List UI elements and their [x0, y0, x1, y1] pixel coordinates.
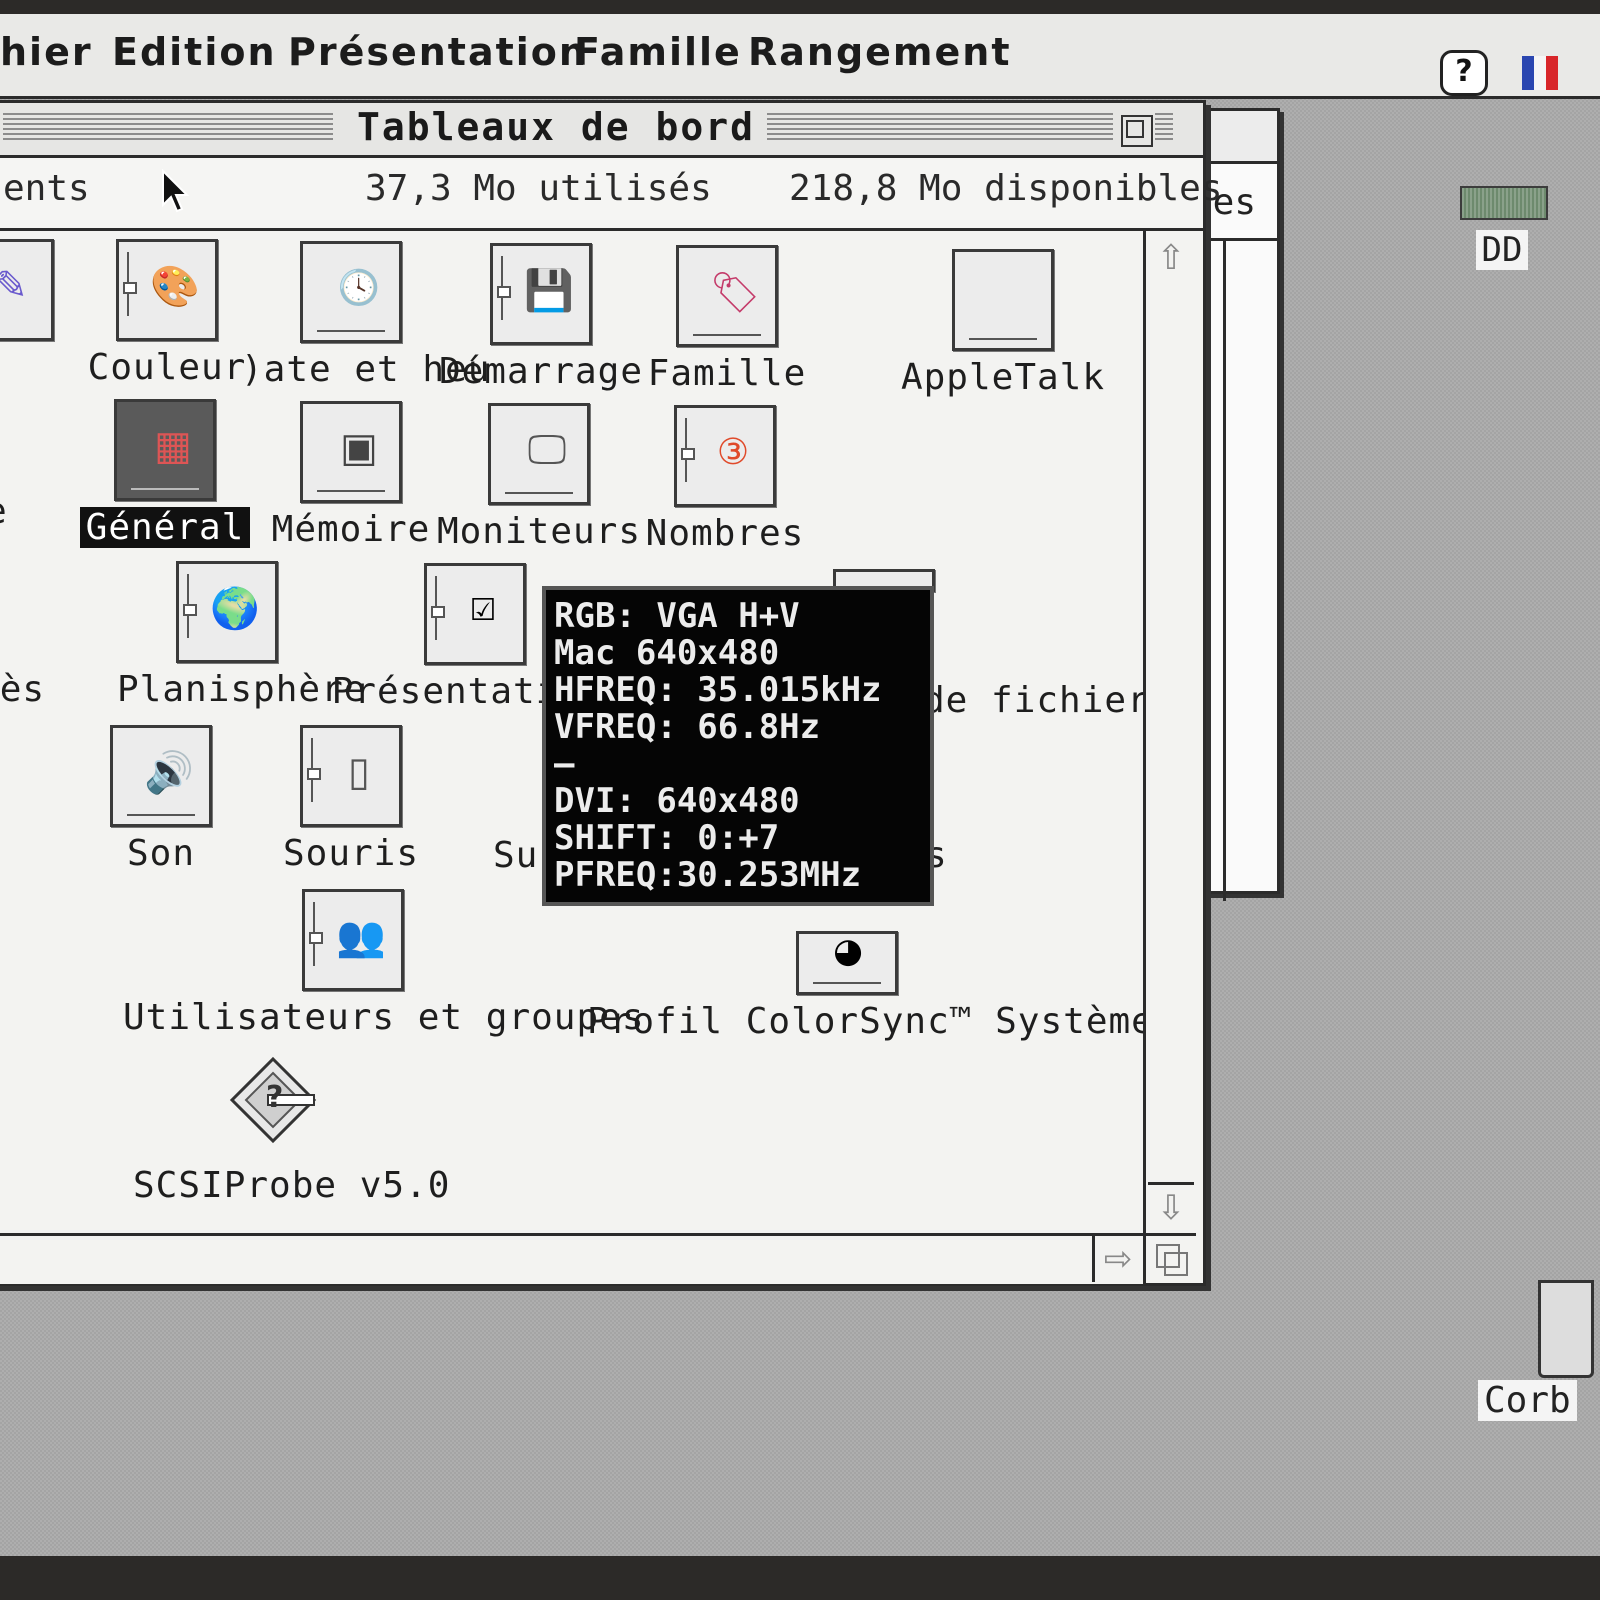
control-panel-appletalk[interactable]: AppleTalk	[893, 249, 1113, 398]
tag-icon: 🏷	[676, 245, 778, 347]
control-panel-label: Planisphère	[117, 669, 367, 710]
control-panel-son[interactable]: 🔊 Son	[51, 725, 271, 874]
osd-line-shift: SHIFT: 0:+7	[554, 818, 780, 858]
control-panel-planisphere[interactable]: 🌍 Planisphère	[117, 561, 365, 710]
control-panel-label: Nombres	[645, 513, 805, 554]
general-controls-icon: ▦	[114, 399, 216, 501]
control-panel-label: Utilisateurs et groupes	[123, 997, 645, 1038]
control-panel-label: Famille	[647, 353, 807, 394]
control-panel-label: Démarrage	[438, 351, 644, 392]
osd-line-dvi: DVI: 640x480	[554, 781, 800, 821]
color-palette-icon: 🎨	[116, 239, 218, 341]
numbers-icon: ③	[674, 405, 776, 507]
control-panel-partage-fichiers[interactable]: de fichiers	[833, 569, 1143, 721]
control-panel-nombres[interactable]: ③ Nombres	[615, 405, 835, 554]
speaker-icon: 🔊	[110, 725, 212, 827]
control-panel-label: 'accès	[0, 669, 46, 710]
svg-text:?: ?	[266, 1080, 283, 1115]
osd-line-dash: –	[554, 744, 575, 784]
control-panel-colorsync[interactable]: ◕ Profil ColorSync™ Système	[587, 891, 1143, 1042]
arrow-cursor-icon	[162, 169, 190, 213]
control-panel-label: Moniteurs	[436, 511, 642, 552]
monitor-osd-overlay: RGB: VGA H+V Mac 640x480 HFREQ: 35.015kH…	[542, 586, 934, 906]
control-panel-partial-5[interactable]: e	[0, 891, 21, 1040]
help-balloon-icon[interactable]: ?	[1440, 50, 1488, 96]
disk-used-text: 37,3 Mo utilisés	[365, 168, 712, 209]
clock-calendar-icon: 🕓	[300, 241, 402, 343]
trash-icon	[1538, 1280, 1594, 1378]
osd-line-pfreq: PFREQ:30.253MHz	[554, 855, 862, 895]
french-flag-icon[interactable]	[1522, 56, 1560, 90]
vertical-scrollbar[interactable]: ⇧ ⇩	[1143, 231, 1196, 1233]
mouse-icon: ▯	[300, 725, 402, 827]
osd-line-vfreq: VFREQ: 66.8Hz	[554, 707, 821, 747]
views-icon: ☑	[424, 563, 526, 665]
menu-bar: hier Edition Présentation Famille Rangem…	[0, 14, 1600, 99]
hard-disk-desktop-icon[interactable]: DD	[1460, 186, 1548, 270]
menu-famille[interactable]: Famille	[574, 30, 742, 74]
scroll-up-arrow-icon[interactable]: ⇧	[1148, 235, 1194, 281]
disk-free-text: 218,8 Mo disponibles	[789, 168, 1223, 209]
window-title: Tableaux de bord	[345, 105, 768, 149]
hard-disk-icon	[1460, 186, 1548, 220]
scroll-down-arrow-icon[interactable]: ⇩	[1148, 1182, 1194, 1231]
pen-icon: ✎	[0, 239, 54, 341]
globe-icon: 🌍	[176, 561, 278, 663]
control-panel-label: Général	[79, 507, 251, 548]
control-panel-label: Profil ColorSync™ Système	[587, 1001, 1143, 1042]
control-panel-label: de fichiers	[923, 680, 1143, 721]
users-groups-icon: 👥	[302, 889, 404, 991]
control-panel-memoire[interactable]: ▣ Mémoire	[241, 401, 461, 550]
menu-fichier[interactable]: hier	[0, 30, 93, 74]
apple-network-icon	[952, 249, 1054, 351]
control-panel-label: Son	[126, 833, 196, 874]
scsiprobe-icon: ?	[228, 1055, 318, 1145]
control-panel-souris[interactable]: ▯ Souris	[241, 725, 461, 874]
trash-label: Corb	[1478, 1380, 1577, 1421]
horizontal-scrollbar[interactable]: ⇨	[0, 1233, 1143, 1284]
scroll-right-arrow-icon[interactable]: ⇨	[1092, 1236, 1141, 1282]
window-titlebar[interactable]: Tableaux de bord	[0, 103, 1203, 158]
hard-disk-label: DD	[1475, 230, 1529, 270]
monitor-icon: 🖵	[488, 403, 590, 505]
background-window-divider	[1223, 241, 1226, 901]
scsiprobe-app[interactable]: ? SCSIProbe v5.0	[133, 1055, 449, 1206]
resize-box-icon[interactable]	[1143, 1233, 1196, 1284]
osd-line-input: RGB: VGA H+V	[554, 596, 800, 636]
startup-disk-icon: 💾	[490, 243, 592, 345]
control-panel-label: Couleur	[87, 347, 247, 388]
osd-line-hfreq: HFREQ: 35.015kHz	[554, 670, 882, 710]
menu-presentation[interactable]: Présentation	[288, 30, 588, 74]
control-panel-partial-4[interactable]: u	[0, 725, 21, 874]
control-panel-label: Mémoire	[271, 509, 431, 550]
control-panel-label: AppleTalk	[900, 357, 1106, 398]
control-panel-label: Souris	[282, 833, 420, 874]
memory-chip-icon: ▣	[300, 401, 402, 503]
zoom-box-icon[interactable]	[1121, 115, 1153, 147]
control-panel-famille[interactable]: 🏷 Famille	[617, 245, 837, 394]
items-count-text: ents	[3, 168, 90, 209]
control-panel-date-heure[interactable]: 🕓 )ate et heu	[241, 241, 489, 390]
control-panel-utilisateurs-groupes[interactable]: 👥 Utilisateurs et groupes	[123, 889, 644, 1038]
osd-line-mode: Mac 640x480	[554, 633, 780, 673]
control-panel-label: SCSIProbe v5.0	[133, 1165, 451, 1206]
titlebar-stripes-left	[3, 113, 333, 143]
control-panel-label: avie	[0, 491, 8, 532]
colorsync-icon: ◕	[796, 931, 898, 995]
control-panel-label: Présentati	[331, 671, 559, 712]
control-panel-acces[interactable]: 'accès	[0, 561, 111, 710]
control-panel-label: Su	[493, 835, 539, 876]
menu-rangement[interactable]: Rangement	[748, 30, 1012, 74]
menu-edition[interactable]: Edition	[112, 30, 277, 74]
titlebar-stripes-end	[1155, 113, 1173, 143]
